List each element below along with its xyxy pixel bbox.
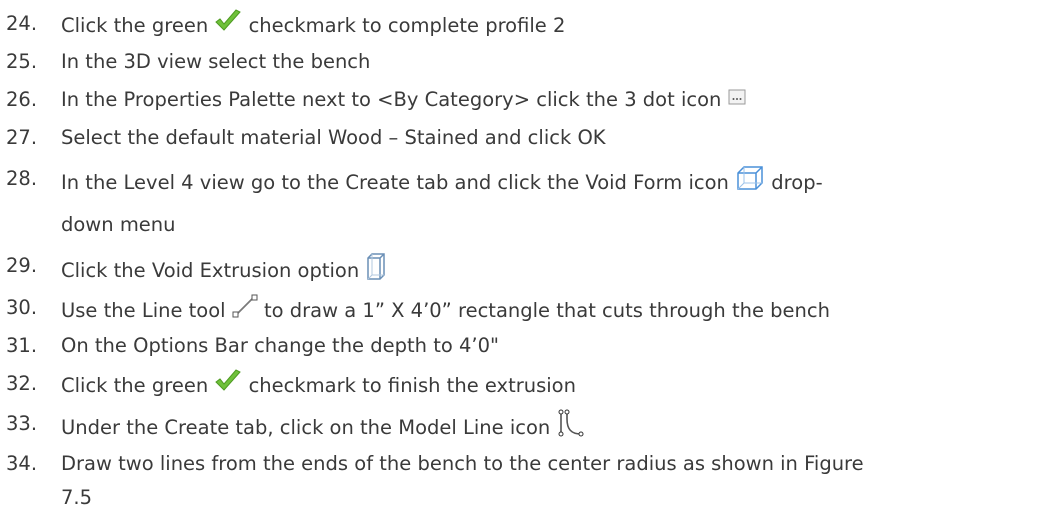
model-line-icon	[556, 409, 584, 444]
dots-icon	[728, 86, 746, 112]
step-number: 27.	[6, 126, 38, 149]
step-continuation: 7.5	[61, 486, 93, 509]
step-text: Under the Create tab, click on the Model…	[61, 409, 1051, 446]
void-extrusion-icon	[365, 251, 387, 288]
step-number: 24.	[6, 12, 38, 35]
step-text: Select the default material Wood – Stain…	[61, 126, 606, 149]
line-tool-icon	[232, 293, 258, 326]
step-number: 26.	[6, 88, 38, 111]
step-number: 32.	[6, 372, 38, 395]
step-text: In the Level 4 view go to the Create tab…	[61, 166, 1051, 238]
step-number: 28.	[6, 167, 38, 190]
step-number: 25.	[6, 50, 38, 73]
step-text: Click the green checkmark to complete pr…	[61, 9, 1051, 42]
step-number: 34.	[6, 452, 38, 475]
step-text: Draw two lines from the ends of the benc…	[61, 451, 1051, 511]
check-icon	[214, 369, 242, 400]
step-text: Click the Void Extrusion option	[61, 253, 1051, 290]
step-text: In the Properties Palette next to <By Ca…	[61, 87, 1051, 114]
step-number: 29.	[6, 254, 38, 277]
void-form-icon	[735, 164, 765, 199]
step-number: 31.	[6, 334, 38, 357]
step-text: Use the Line tool to draw a 1” X 4’0” re…	[61, 293, 1051, 328]
step-text: In the 3D view select the bench	[61, 50, 371, 73]
step-text: On the Options Bar change the depth to 4…	[61, 334, 499, 357]
step-continuation: down menu	[61, 213, 176, 236]
check-icon	[214, 9, 242, 40]
step-text: Click the green checkmark to finish the …	[61, 369, 1051, 402]
step-number: 33.	[6, 412, 38, 435]
step-number: 30.	[6, 296, 38, 319]
